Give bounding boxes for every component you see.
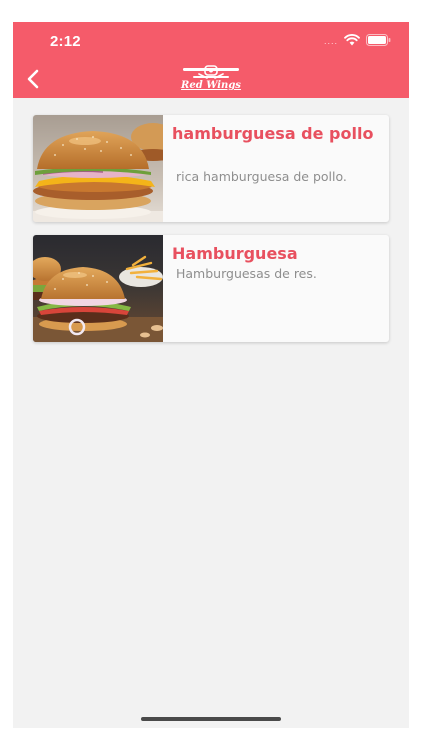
beef-burgers-image [33, 235, 163, 342]
brand-logo: Red Wings [181, 64, 241, 96]
back-button[interactable] [19, 66, 47, 92]
product-title: hamburguesa de pollo [172, 124, 374, 143]
product-description: Hamburguesas de res. [176, 266, 317, 281]
battery-icon [366, 34, 391, 46]
status-icons: .... [324, 34, 391, 46]
status-time: 2:12 [50, 33, 81, 50]
product-title: Hamburguesa [172, 244, 298, 263]
chevron-left-icon [27, 69, 39, 89]
product-description: rica hamburguesa de pollo. [176, 169, 347, 184]
product-card[interactable]: hamburguesa de pollo rica hamburguesa de… [33, 115, 389, 222]
app-screen: 2:12 .... Red Wings hamburguesa de pollo… [13, 22, 409, 728]
signal-icon: .... [323, 35, 338, 46]
wifi-icon [344, 34, 360, 46]
chicken-burger-image [33, 115, 163, 222]
header-bar: 2:12 .... Red Wings [13, 22, 409, 98]
home-indicator[interactable] [141, 717, 281, 721]
product-card[interactable]: Hamburguesa Hamburguesas de res. [33, 235, 389, 342]
logo-text: Red Wings [181, 80, 241, 91]
